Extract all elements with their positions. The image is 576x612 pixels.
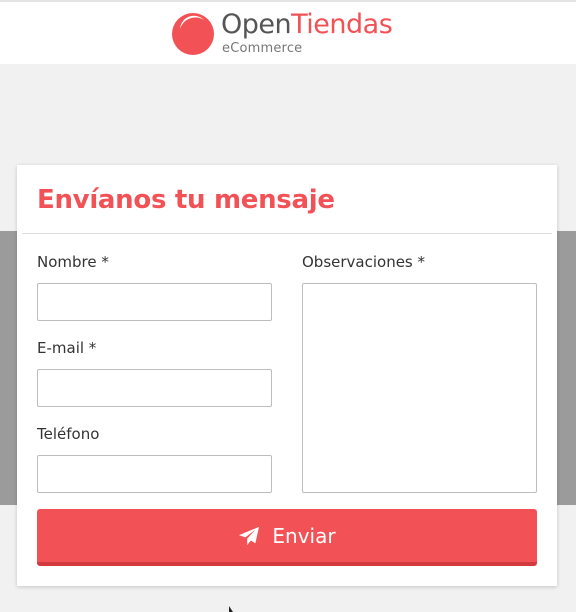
- contact-form: Envíanos tu mensaje Nombre * E-mail * Te…: [17, 165, 557, 586]
- email-input[interactable]: [37, 369, 272, 407]
- form-title: Envíanos tu mensaje: [37, 185, 335, 215]
- name-input[interactable]: [37, 283, 272, 321]
- phone-input[interactable]: [37, 455, 272, 493]
- brand-name-part1: Open: [221, 9, 292, 40]
- name-label: Nombre *: [37, 253, 109, 271]
- submit-label: Enviar: [272, 523, 336, 548]
- title-divider: [22, 233, 552, 234]
- site-header: OpenTiendas eCommerce: [0, 2, 576, 64]
- brand-name: OpenTiendas: [221, 9, 393, 40]
- logo-mark-icon: [172, 13, 214, 55]
- brand-name-part2: Tiendas: [291, 9, 393, 40]
- submit-button[interactable]: Enviar: [37, 509, 537, 566]
- phone-label: Teléfono: [37, 425, 100, 443]
- brand-subtitle: eCommerce: [222, 41, 303, 56]
- notes-label: Observaciones *: [302, 253, 426, 271]
- mouse-cursor-icon: [229, 606, 233, 612]
- notes-textarea[interactable]: [302, 283, 537, 493]
- email-label: E-mail *: [37, 339, 97, 357]
- paper-plane-icon: [239, 526, 260, 545]
